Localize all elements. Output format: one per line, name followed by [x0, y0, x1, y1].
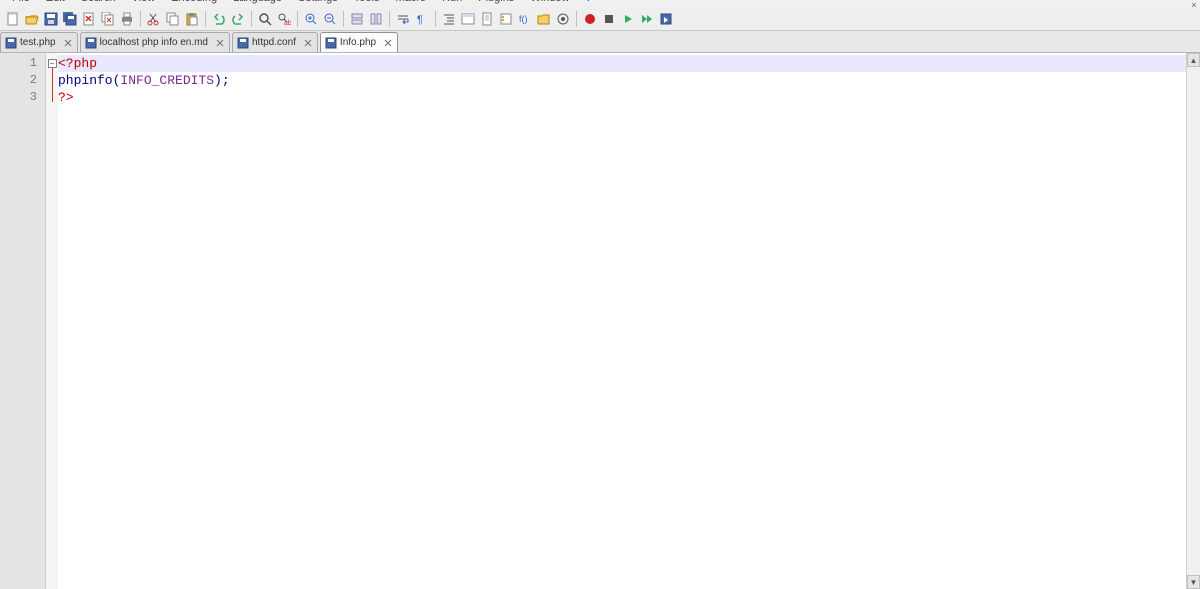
php-open-tag: <?php: [58, 56, 97, 71]
line-number: 3: [0, 89, 45, 106]
tab-close-icon[interactable]: [383, 38, 393, 48]
wordwrap-icon[interactable]: [394, 10, 412, 28]
monitor-icon[interactable]: [554, 10, 572, 28]
all-chars-icon[interactable]: ¶: [413, 10, 431, 28]
vertical-scrollbar[interactable]: ▲ ▼: [1186, 53, 1200, 589]
file-icon: [85, 37, 97, 49]
toolbar-separator: [576, 11, 577, 27]
doc-map-icon[interactable]: [478, 10, 496, 28]
stop-icon[interactable]: [600, 10, 618, 28]
tab-test-php[interactable]: test.php: [0, 32, 78, 52]
line-number-gutter: 1 2 3: [0, 53, 46, 589]
undo-icon[interactable]: [210, 10, 228, 28]
new-file-icon[interactable]: [4, 10, 22, 28]
menu-window[interactable]: Window: [522, 0, 577, 2]
menu-language[interactable]: Language: [225, 0, 290, 2]
save-all-icon[interactable]: [61, 10, 79, 28]
toolbar: ab ¶ f(): [0, 7, 1200, 31]
toolbar-separator: [435, 11, 436, 27]
toolbar-separator: [251, 11, 252, 27]
tab-label: Info.php: [340, 37, 376, 48]
replace-icon[interactable]: ab: [275, 10, 293, 28]
func-list-icon[interactable]: f(): [516, 10, 534, 28]
save-icon[interactable]: [42, 10, 60, 28]
record-icon[interactable]: [581, 10, 599, 28]
menu-encoding[interactable]: Encoding: [163, 0, 225, 2]
doc-list-icon[interactable]: [497, 10, 515, 28]
window-close-button[interactable]: ×: [1189, 0, 1199, 7]
svg-text:f(): f(): [519, 14, 528, 24]
menu-tools[interactable]: Tools: [346, 0, 388, 2]
menu-search[interactable]: Search: [73, 0, 124, 2]
sync-v-icon[interactable]: [348, 10, 366, 28]
close-icon[interactable]: [80, 10, 98, 28]
play-icon[interactable]: [619, 10, 637, 28]
code-area[interactable]: <?php phpinfo(INFO_CREDITS); ?>: [58, 53, 1200, 589]
semicolon-token: ;: [222, 73, 230, 88]
svg-text:ab: ab: [284, 20, 291, 26]
menu-view[interactable]: View: [124, 0, 164, 2]
menu-file[interactable]: File: [4, 0, 38, 2]
indent-guide-icon[interactable]: [440, 10, 458, 28]
editor: 1 2 3 − <?php phpinfo(INFO_CREDITS); ?>: [0, 53, 1200, 589]
copy-icon[interactable]: [164, 10, 182, 28]
file-icon: [237, 37, 249, 49]
udl-icon[interactable]: [459, 10, 477, 28]
menu-plugins[interactable]: Plugins: [470, 0, 522, 2]
print-icon[interactable]: [118, 10, 136, 28]
code-line: <?php: [58, 55, 1200, 72]
toolbar-separator: [205, 11, 206, 27]
tab-info-php[interactable]: Info.php: [320, 32, 398, 52]
save-macro-icon[interactable]: [657, 10, 675, 28]
menu-settings[interactable]: Settings: [290, 0, 346, 2]
tab-bar: test.php localhost php info en.md httpd.co…: [0, 31, 1200, 53]
redo-icon[interactable]: [229, 10, 247, 28]
scroll-down-icon[interactable]: ▼: [1187, 575, 1200, 589]
php-close-tag: ?>: [58, 90, 74, 105]
tab-httpd-conf[interactable]: httpd.conf: [232, 32, 318, 52]
play-multi-icon[interactable]: [638, 10, 656, 28]
function-token: phpinfo: [58, 73, 113, 88]
svg-text:¶: ¶: [417, 14, 423, 26]
line-number: 1: [0, 55, 45, 72]
toolbar-separator: [140, 11, 141, 27]
code-line: ?>: [58, 89, 1200, 106]
scroll-up-icon[interactable]: ▲: [1187, 53, 1200, 67]
find-icon[interactable]: [256, 10, 274, 28]
open-file-icon[interactable]: [23, 10, 41, 28]
tab-close-icon[interactable]: [215, 38, 225, 48]
zoom-in-icon[interactable]: [302, 10, 320, 28]
menu-edit[interactable]: Edit: [38, 0, 73, 2]
fold-column: −: [46, 53, 58, 589]
code-line: phpinfo(INFO_CREDITS);: [58, 72, 1200, 89]
tab-close-icon[interactable]: [303, 38, 313, 48]
menu-macro[interactable]: Macro: [387, 0, 434, 2]
toolbar-separator: [297, 11, 298, 27]
tab-close-icon[interactable]: [63, 38, 73, 48]
file-icon: [325, 37, 337, 49]
toolbar-separator: [343, 11, 344, 27]
line-number: 2: [0, 72, 45, 89]
tab-label: localhost php info en.md: [100, 37, 208, 48]
zoom-out-icon[interactable]: [321, 10, 339, 28]
cut-icon[interactable]: [145, 10, 163, 28]
paren-token: ): [214, 73, 222, 88]
menu-help[interactable]: ?: [577, 0, 599, 2]
close-all-icon[interactable]: [99, 10, 117, 28]
tab-localhost-php-info-en-md[interactable]: localhost php info en.md: [80, 32, 230, 52]
toolbar-separator: [389, 11, 390, 27]
fold-guide-line: [52, 68, 53, 102]
folder-icon[interactable]: [535, 10, 553, 28]
tab-label: test.php: [20, 37, 56, 48]
paste-icon[interactable]: [183, 10, 201, 28]
tab-label: httpd.conf: [252, 37, 296, 48]
file-icon: [5, 37, 17, 49]
fold-toggle-icon[interactable]: −: [48, 59, 57, 68]
menu-bar: File Edit Search View Encoding Language …: [0, 0, 1200, 7]
sync-h-icon[interactable]: [367, 10, 385, 28]
menu-run[interactable]: Run: [434, 0, 470, 2]
constant-token: INFO_CREDITS: [120, 73, 214, 88]
